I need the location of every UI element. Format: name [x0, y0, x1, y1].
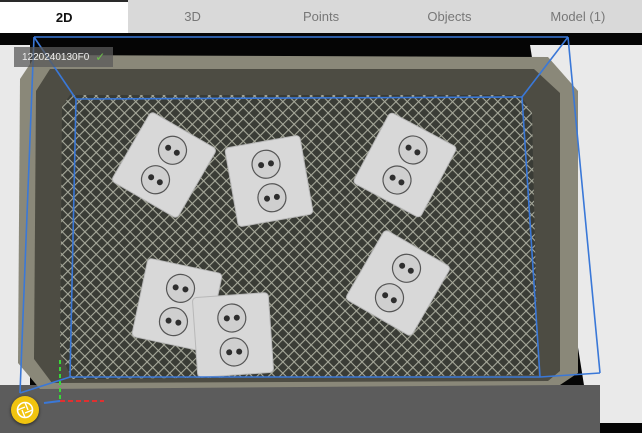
tab-3d[interactable]: 3D [128, 0, 256, 33]
tab-2d[interactable]: 2D [0, 0, 129, 33]
capture-button[interactable] [11, 396, 39, 424]
camera-id-label: 1220240130F0 [22, 51, 90, 63]
tab-objects[interactable]: Objects [385, 0, 513, 33]
view-tabs: 2D 3D Points Objects Model (1) [0, 0, 642, 33]
socket-plate [191, 291, 275, 379]
tab-model[interactable]: Model (1) [514, 0, 642, 33]
aperture-icon [16, 401, 34, 419]
checkmark-icon: ✓ [95, 50, 106, 64]
camera-viewport[interactable]: 1220240130F0 ✓ [0, 33, 642, 433]
camera-id-badge: 1220240130F0 ✓ [14, 47, 114, 67]
tab-points[interactable]: Points [257, 0, 385, 33]
scene-image [0, 33, 642, 433]
socket-plate [224, 134, 314, 228]
